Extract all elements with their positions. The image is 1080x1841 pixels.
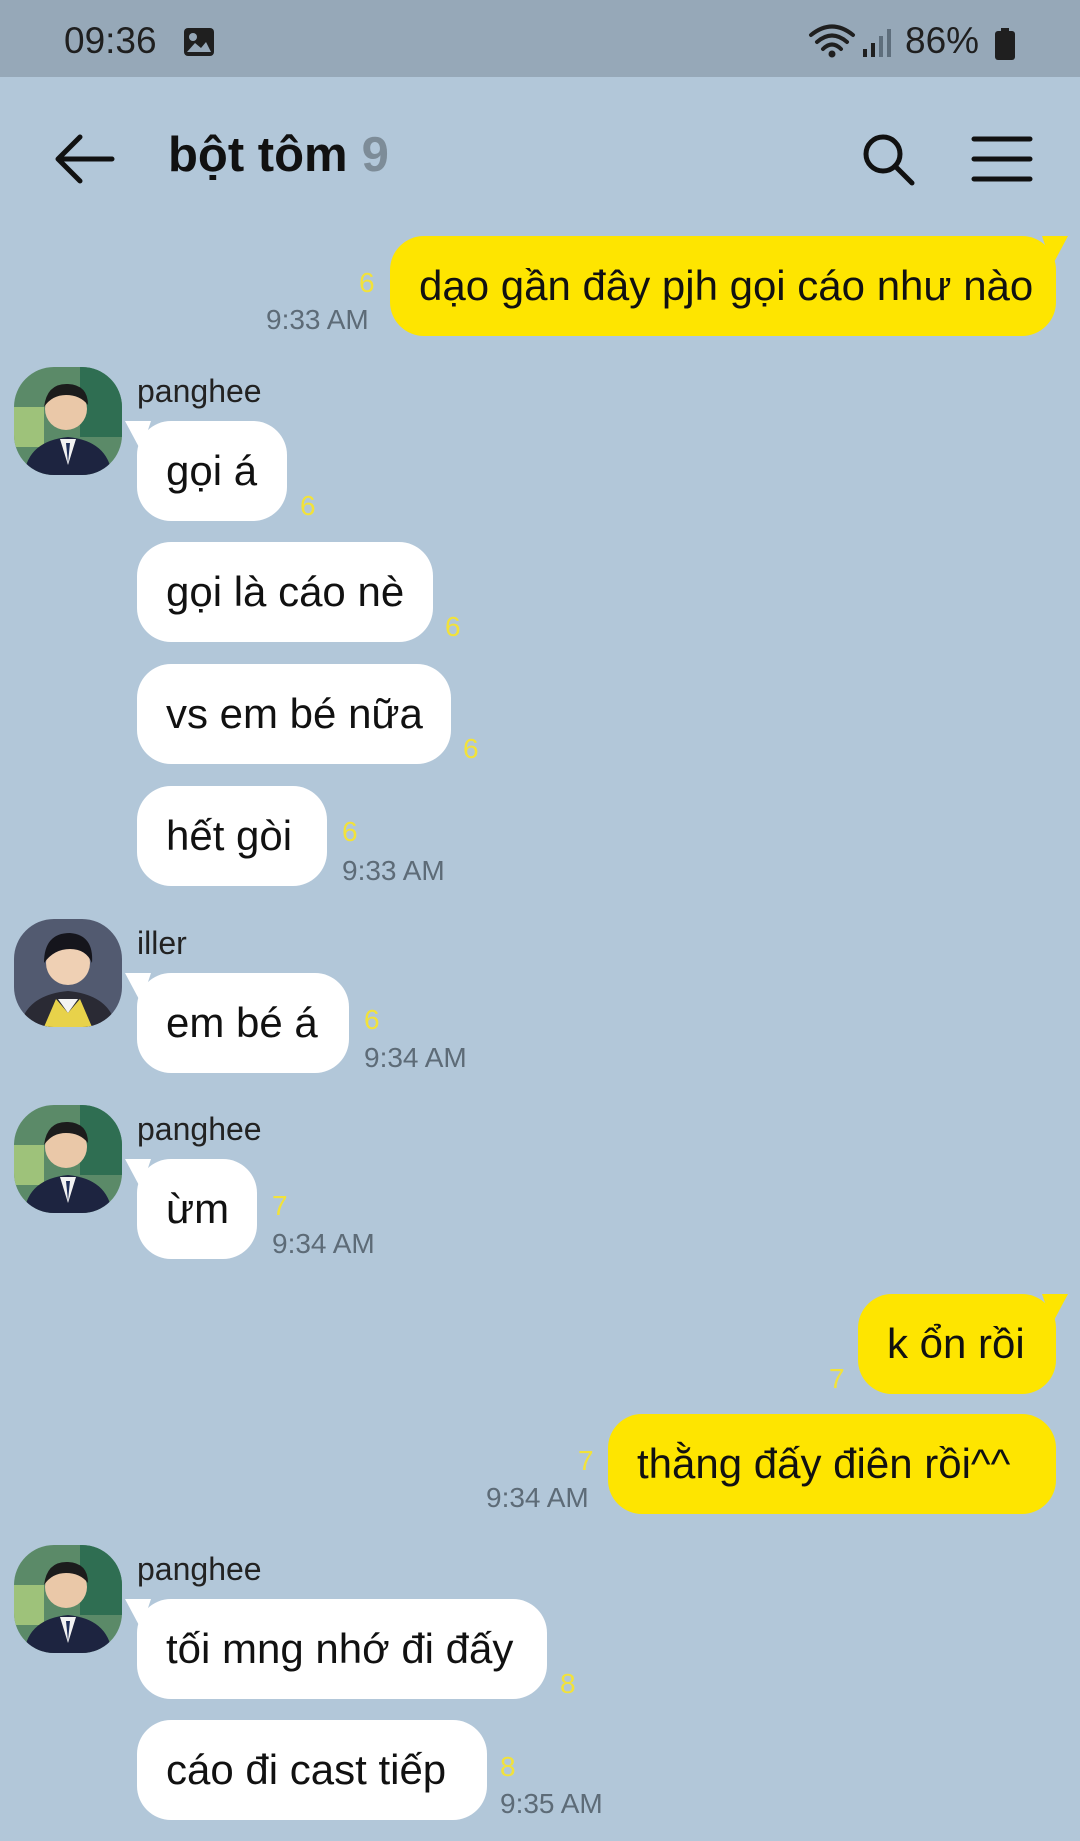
message-text: em bé á	[166, 999, 318, 1046]
message-text: hết gòi	[166, 812, 293, 859]
message-text: gọi á	[166, 447, 258, 494]
wifi-icon	[809, 24, 855, 58]
outgoing-message[interactable]: thằng đấy điên rồi^^	[608, 1414, 1056, 1514]
unread-count: 8	[500, 1751, 516, 1782]
message-text: dạo gần đây pjh gọi cáo như nào	[419, 262, 1034, 309]
incoming-message[interactable]: cáo đi cast tiếp	[137, 1720, 487, 1820]
chat-title: bột tôm 9	[168, 127, 389, 183]
unread-count: 6	[342, 816, 358, 847]
message-text: ừm	[166, 1185, 230, 1232]
chat-header: bột tôm 9	[0, 77, 1080, 237]
status-bar: 09:36 86%	[0, 0, 1080, 77]
sender-name: panghee	[137, 373, 262, 409]
message-text: thằng đấy điên rồi^^	[637, 1440, 1011, 1487]
unread-count: 6	[463, 733, 479, 764]
message-time: 9:33 AM	[266, 304, 369, 335]
sender-name: iller	[137, 925, 187, 961]
message-text: k ổn rồi	[887, 1320, 1025, 1367]
unread-count: 7	[272, 1190, 288, 1221]
incoming-message[interactable]: ừm	[125, 1159, 257, 1259]
search-icon[interactable]	[858, 129, 918, 189]
message-text: cáo đi cast tiếp	[166, 1746, 447, 1793]
member-count: 9	[361, 128, 389, 182]
unread-count: 6	[300, 490, 316, 521]
message-text: tối mng nhớ đi đấy	[166, 1625, 514, 1672]
unread-count: 8	[560, 1668, 576, 1699]
unread-count: 6	[359, 267, 375, 298]
avatar-iller[interactable]	[14, 919, 122, 1027]
incoming-message[interactable]: vs em bé nữa	[137, 664, 451, 764]
incoming-message[interactable]: hết gòi	[137, 786, 327, 886]
menu-icon[interactable]	[970, 129, 1034, 189]
incoming-message[interactable]: gọi á	[125, 421, 287, 521]
message-text: gọi là cáo nè	[166, 568, 405, 615]
unread-count: 7	[829, 1363, 845, 1394]
avatar-panghee[interactable]	[14, 367, 122, 475]
unread-count: 6	[445, 611, 461, 642]
message-time: 9:35 AM	[500, 1788, 603, 1819]
message-text: vs em bé nữa	[166, 690, 423, 737]
message-time: 9:33 AM	[342, 855, 445, 886]
message-time: 9:34 AM	[364, 1042, 467, 1073]
sender-name: panghee	[137, 1111, 262, 1147]
unread-count: 7	[578, 1445, 594, 1476]
message-time: 9:34 AM	[272, 1228, 375, 1259]
incoming-message[interactable]: gọi là cáo nè	[137, 542, 433, 642]
battery-icon	[995, 28, 1015, 60]
avatar-panghee[interactable]	[14, 1105, 122, 1213]
status-time: 09:36	[64, 20, 157, 61]
sender-name: panghee	[137, 1551, 262, 1587]
incoming-message[interactable]: em bé á	[125, 973, 349, 1073]
outgoing-message[interactable]: k ổn rồi	[858, 1294, 1068, 1394]
unread-count: 6	[364, 1004, 380, 1035]
message-time: 9:34 AM	[486, 1482, 589, 1513]
signal-icon	[863, 29, 891, 57]
outgoing-message[interactable]: dạo gần đây pjh gọi cáo như nào	[390, 236, 1068, 336]
chat-name: bột tôm	[168, 128, 348, 182]
back-arrow-icon[interactable]	[50, 129, 120, 189]
avatar-panghee[interactable]	[14, 1545, 122, 1653]
battery-percent: 86%	[905, 20, 980, 61]
incoming-message[interactable]: tối mng nhớ đi đấy	[125, 1599, 547, 1699]
image-icon	[184, 28, 214, 56]
